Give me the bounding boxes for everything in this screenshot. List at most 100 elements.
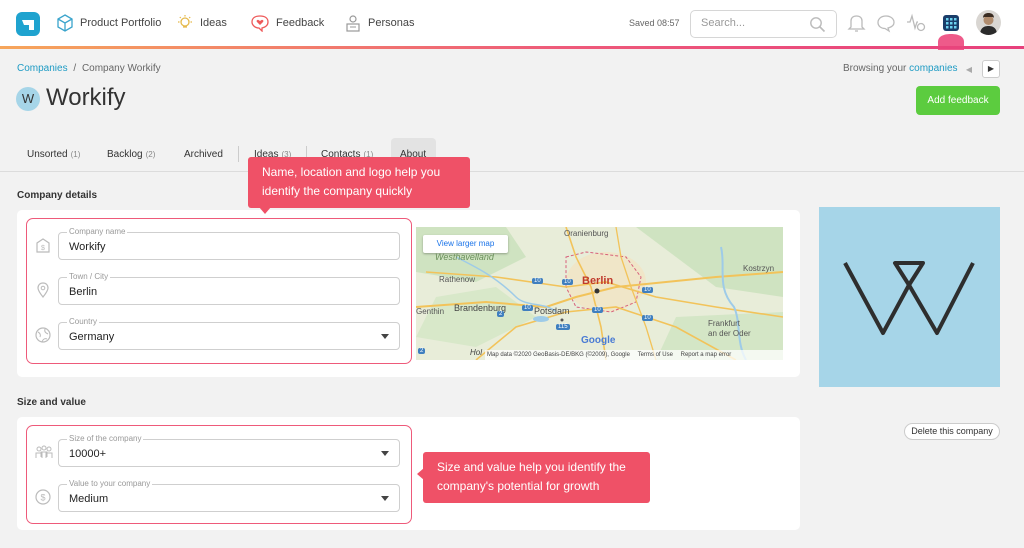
tab-count: (2): [145, 149, 156, 159]
tabs-bottom-border: [0, 171, 1024, 172]
search-icon[interactable]: [809, 16, 826, 33]
map-label-hol: Hol: [470, 348, 483, 357]
tab-count: (1): [70, 149, 81, 159]
globe-icon: [35, 327, 51, 343]
field-label: Company name: [67, 227, 128, 236]
search-input[interactable]: [701, 17, 801, 29]
browsing-prefix: Browsing your: [843, 63, 907, 74]
map-road-badge: 10: [592, 307, 603, 313]
accent-gradient-line: [0, 46, 1024, 49]
people-icon: [35, 445, 53, 458]
avatar-photo: [980, 13, 997, 35]
search-box[interactable]: [690, 10, 837, 38]
bell-icon[interactable]: [847, 13, 866, 33]
field-label: Country: [67, 317, 100, 326]
map-road-badge: 10: [522, 305, 533, 311]
tab-archived[interactable]: Archived: [184, 144, 226, 164]
nav-ideas[interactable]: Ideas: [176, 12, 227, 34]
top-navigation-bar: Product Portfolio Ideas Feedback Persona…: [0, 0, 1024, 50]
next-company-button[interactable]: ▶: [982, 60, 1000, 78]
pulse-gear-icon[interactable]: [905, 13, 927, 33]
caret-down-icon[interactable]: [381, 496, 389, 501]
map-road-badge: 10: [642, 287, 653, 293]
map-attribution-bar: Map data ©2020 GeoBasis-DE/BKG (©2009), …: [485, 350, 783, 360]
city-field[interactable]: Town / City Berlin: [58, 272, 400, 305]
caret-down-icon[interactable]: [381, 451, 389, 456]
add-feedback-button[interactable]: Add feedback: [916, 86, 1000, 115]
apps-grid-icon: [938, 15, 964, 50]
section-title-size-value: Size and value: [17, 397, 86, 408]
map-road-badge: 2: [497, 311, 505, 317]
tab-label: Archived: [184, 148, 223, 160]
nav-personas[interactable]: Personas: [344, 12, 414, 34]
user-avatar[interactable]: [976, 10, 1001, 35]
breadcrumb-current: Company Workify: [81, 63, 161, 74]
location-pin-icon: [37, 282, 49, 298]
company-size-value[interactable]: 10000+: [69, 448, 106, 460]
map-label-kostrzyn: Kostrzyn: [743, 264, 775, 273]
company-value-value[interactable]: Medium: [69, 493, 108, 505]
city-value[interactable]: Berlin: [69, 286, 97, 298]
company-size-select[interactable]: Size of the company 10000+: [58, 434, 400, 467]
map-label-rathenow: Rathenow: [439, 275, 476, 284]
apps-grid-button[interactable]: [936, 12, 966, 50]
tooltip-size-value: Size and value help you identify the com…: [423, 452, 650, 503]
field-label: Size of the company: [67, 434, 144, 443]
map-terms-link[interactable]: Terms of Use: [638, 352, 673, 358]
app-logo[interactable]: [16, 12, 40, 36]
map-report-error-link[interactable]: Report a map error: [681, 352, 732, 358]
workify-logo: [843, 261, 975, 335]
tooltip-name-location-logo: Name, location and logo help you identif…: [248, 157, 470, 208]
company-name-field[interactable]: Company name Workify: [58, 227, 400, 260]
map-road-badge: 115: [556, 324, 570, 330]
nav-item-label: Product Portfolio: [80, 17, 162, 29]
breadcrumb-separator: /: [73, 63, 77, 74]
location-map[interactable]: View larger map Oranienburg Westhavellan…: [416, 227, 783, 360]
breadcrumb-companies-link[interactable]: Companies: [17, 63, 68, 74]
svg-text:$: $: [41, 245, 45, 252]
company-logo-badge: W: [16, 87, 40, 111]
map-label-westhavelland: Westhavelland: [435, 252, 494, 262]
map-label-genthin: Genthin: [416, 307, 445, 316]
map-label-berlin: Berlin: [582, 275, 614, 287]
saved-status: Saved 08:57: [629, 18, 680, 28]
chevron-left-icon: ◀: [965, 65, 973, 74]
chat-icon[interactable]: [876, 13, 896, 33]
country-value[interactable]: Germany: [69, 331, 114, 343]
nav-item-label: Ideas: [200, 17, 227, 29]
section-title-company-details: Company details: [17, 190, 98, 201]
company-logo-panel[interactable]: [819, 207, 1000, 387]
browsing-companies-link[interactable]: companies: [909, 63, 957, 74]
nav-item-label: Personas: [368, 17, 415, 29]
tooltip-pointer: [259, 207, 271, 214]
delete-company-button[interactable]: Delete this company: [904, 423, 1000, 440]
field-label: Value to your company: [67, 479, 153, 488]
dollar-coin-icon: $: [35, 489, 51, 505]
map-road-badge: 10: [642, 315, 653, 321]
building-icon: $: [36, 238, 50, 253]
nav-feedback[interactable]: Feedback: [250, 12, 324, 34]
lightbulb-icon: [178, 15, 192, 28]
google-logo: Google: [581, 335, 616, 346]
heart-bubble-icon: [251, 15, 269, 32]
tab-backlog[interactable]: Backlog (2): [107, 144, 155, 164]
browsing-companies: Browsing your companies: [843, 63, 958, 74]
tab-label: Backlog: [107, 148, 143, 160]
nav-product-portfolio[interactable]: Product Portfolio: [56, 12, 161, 34]
field-label: Town / City: [67, 272, 111, 281]
caret-down-icon[interactable]: [381, 334, 389, 339]
tab-label: Unsorted: [27, 148, 68, 160]
map-road-badge: 2: [418, 348, 426, 354]
svg-text:$: $: [40, 493, 45, 503]
company-name-value[interactable]: Workify: [69, 241, 105, 253]
map-attribution: Map data ©2020 GeoBasis-DE/BKG (©2009), …: [487, 352, 630, 358]
previous-company-button[interactable]: ◀: [962, 63, 976, 77]
map-road-badge: 10: [532, 278, 543, 284]
tab-unsorted[interactable]: Unsorted (1): [27, 144, 80, 164]
country-select[interactable]: Country Germany: [58, 317, 400, 350]
view-larger-map-button[interactable]: View larger map: [423, 235, 508, 253]
chevron-right-icon: ▶: [987, 64, 995, 73]
page-title: Workify: [46, 84, 126, 111]
company-value-select[interactable]: Value to your company Medium: [58, 479, 400, 512]
cube-icon: [57, 14, 73, 32]
